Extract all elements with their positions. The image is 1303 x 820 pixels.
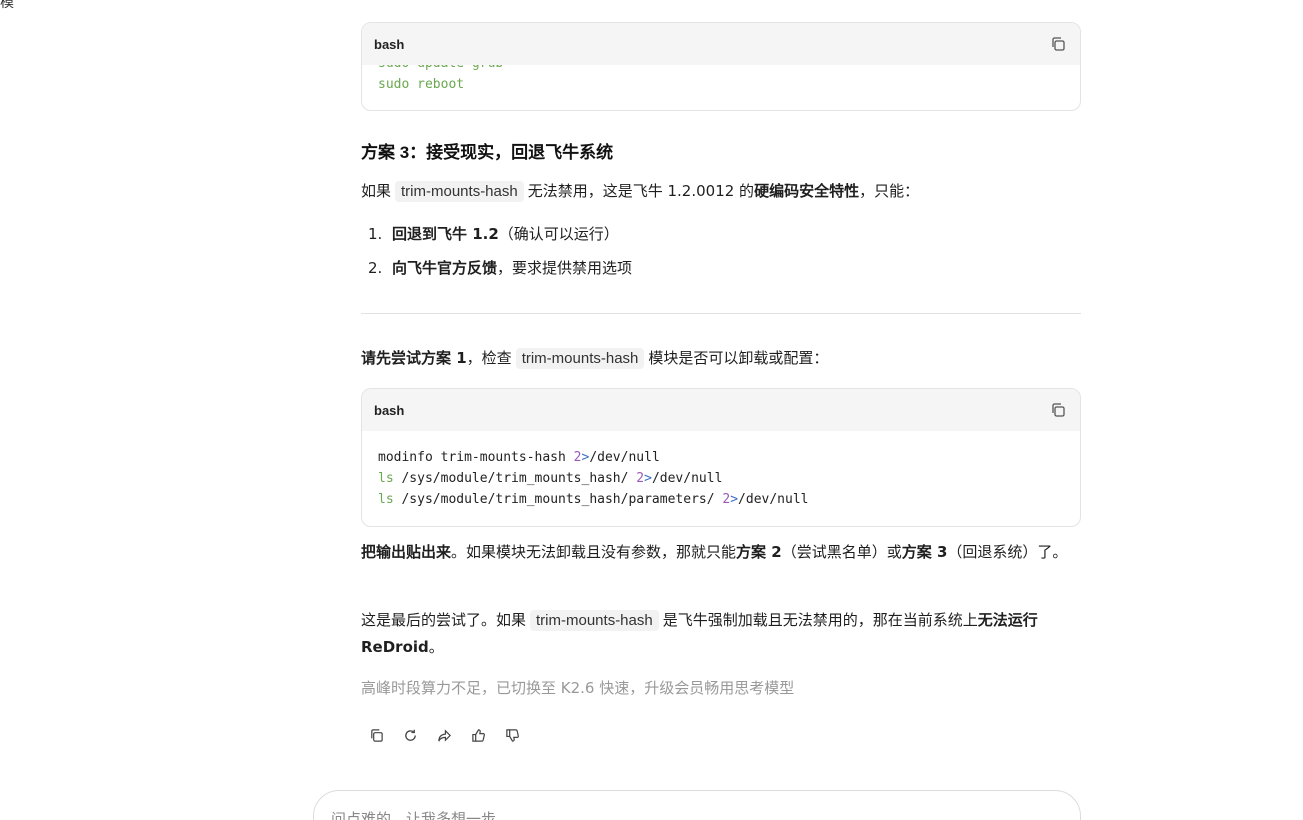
chat-input[interactable] (331, 810, 1031, 820)
thumbs-down-icon (505, 728, 519, 742)
text: 这是最后的尝试了。如果 (361, 611, 527, 629)
code-token: ls (378, 492, 394, 507)
share-icon (437, 728, 451, 742)
code-token: /dev/null (589, 450, 660, 465)
copy-code-button[interactable] (1048, 400, 1068, 420)
message-actions (368, 727, 520, 743)
text: 是飞牛强制加载且无法禁用的，那在当前系统上 (662, 611, 978, 629)
text: ，检查 (466, 349, 512, 367)
code-language: bash (374, 36, 405, 52)
dislike-button[interactable] (504, 727, 520, 743)
share-button[interactable] (436, 727, 452, 743)
list-number: 2. (368, 259, 383, 277)
bold-text: 方案 3 (901, 543, 948, 561)
copy-code-button[interactable] (1048, 34, 1068, 54)
text: ，要求提供禁用选项 (497, 259, 633, 277)
divider (361, 313, 1081, 314)
code-line: ls /sys/module/trim_mounts_hash/ 2>/dev/… (378, 468, 1080, 489)
corner-glyph: 模 (0, 0, 14, 11)
text: 模块是否可以卸载或配置： (648, 349, 829, 367)
chat-input-box[interactable] (313, 790, 1081, 820)
text: （回退系统）了。 (947, 543, 1068, 561)
list-item: 2. 向飞牛官方反馈，要求提供禁用选项 (361, 255, 632, 289)
copy-message-button[interactable] (368, 727, 384, 743)
code-block-1: bash sudo update-grubsudo reboot (361, 22, 1081, 111)
inline-code: trim-mounts-hash (395, 181, 524, 202)
code-token: > (644, 471, 652, 486)
model-switch-note: 高峰时段算力不足，已切换至 K2.6 快速，升级会员畅用思考模型 (361, 679, 795, 697)
text: （确认可以运行） (498, 225, 619, 243)
code-token: ls (378, 471, 394, 486)
list-number: 1. (368, 225, 383, 243)
inline-code: trim-mounts-hash (530, 610, 659, 631)
text: 如果 (361, 182, 392, 200)
instruction-paragraph: 请先尝试方案 1，检查 trim-mounts-hash 模块是否可以卸载或配置： (361, 345, 828, 372)
code-line: ls /sys/module/trim_mounts_hash/paramete… (378, 489, 1080, 510)
code-token: > (730, 492, 739, 507)
like-button[interactable] (470, 727, 486, 743)
thumbs-up-icon (471, 728, 485, 742)
copy-icon (1052, 37, 1065, 51)
code-language: bash (374, 402, 405, 418)
section-heading: 方案 3：接受现实，回退飞牛系统 (361, 143, 614, 162)
text: 。如果模块无法卸载且没有参数，那就只能 (451, 543, 737, 561)
text: ，只能： (859, 182, 920, 200)
options-list: 1. 回退到飞牛 1.2（确认可以运行） 2. 向飞牛官方反馈，要求提供禁用选项 (361, 221, 632, 289)
final-paragraph: 这是最后的尝试了。如果 trim-mounts-hash 是飞牛强制加载且无法禁用的… (361, 607, 1081, 660)
refresh-icon (404, 729, 416, 741)
code-header: bash (362, 389, 1080, 431)
inline-code: trim-mounts-hash (515, 348, 645, 369)
regenerate-button[interactable] (402, 727, 418, 743)
code-header: bash (362, 23, 1080, 65)
text: 无法禁用，这是飞牛 1.2.0012 的 (527, 182, 755, 200)
code-token: /dev/null (738, 492, 809, 507)
bold-text: 硬编码安全特性 (754, 182, 860, 200)
copy-icon (370, 728, 383, 742)
bold-text: 向飞牛官方反馈 (392, 259, 498, 277)
copy-icon (1052, 403, 1065, 417)
code-token: /dev/null (651, 471, 723, 486)
code-token: modinfo trim-mounts-hash (378, 450, 574, 465)
section-paragraph: 如果 trim-mounts-hash 无法禁用，这是飞牛 1.2.0012 的硬编… (361, 178, 919, 205)
code-block-2: bash modinfo trim-mounts-hash 2>/dev/nul… (361, 388, 1081, 527)
text: 。 (428, 638, 444, 656)
code-token: 2 (573, 450, 582, 465)
list-item: 1. 回退到飞牛 1.2（确认可以运行） (361, 221, 632, 255)
code-content: modinfo trim-mounts-hash 2>/dev/null ls /… (362, 431, 1080, 510)
bold-text: 把输出贴出来 (361, 543, 452, 561)
code-line: sudo reboot (378, 74, 503, 95)
code-token: sudo reboot (378, 77, 465, 92)
code-line: modinfo trim-mounts-hash 2>/dev/null (378, 447, 1080, 468)
code-token: /sys/module/trim_mounts_hash/parameters/ (393, 492, 723, 507)
bold-text: 请先尝试方案 1 (361, 349, 467, 367)
output-paragraph: 把输出贴出来。如果模块无法卸载且没有参数，那就只能方案 2（尝试黑名单）或方案 … (361, 539, 1081, 565)
bold-text: 回退到飞牛 1.2 (392, 225, 499, 243)
code-token: /sys/module/trim_mounts_hash/ (393, 471, 637, 486)
code-token: 2 (636, 471, 645, 486)
text: （尝试黑名单）或 (781, 543, 902, 561)
bold-text: 方案 2 (736, 543, 782, 561)
